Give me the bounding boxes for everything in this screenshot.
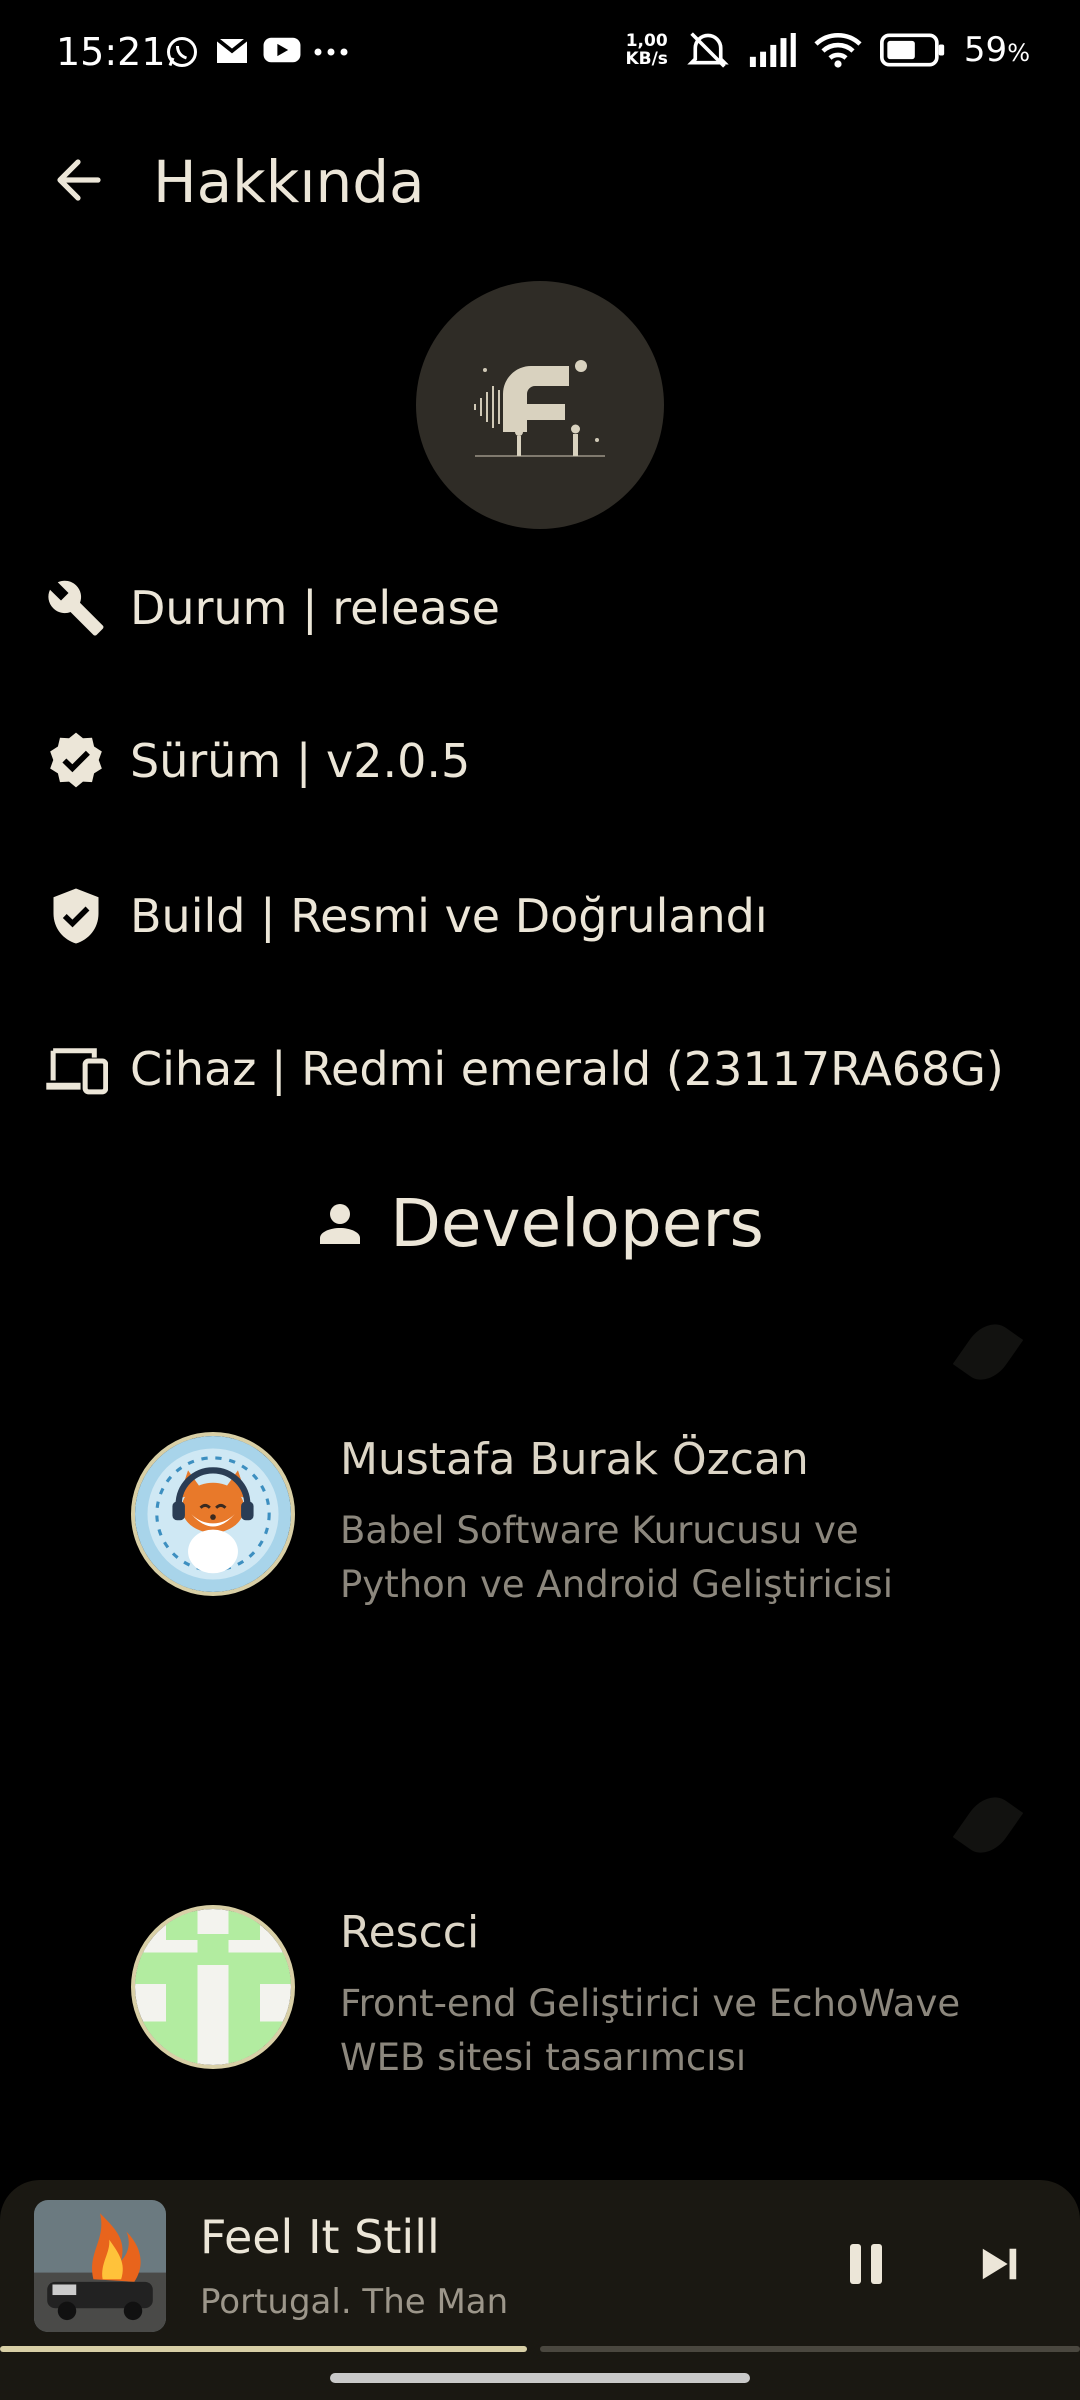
album-cover-image [34,2200,166,2332]
status-time: 15:21 [56,30,166,74]
avatar [131,1905,295,2069]
info-version-text: Sürüm | v2.0.5 [130,734,471,788]
next-button[interactable] [972,2222,1028,2306]
track-title: Feel It Still [200,2210,440,2264]
developer-description-line: Babel Software Kurucusu ve [340,1509,859,1552]
avatar [131,1432,295,1596]
pause-icon [850,2244,882,2284]
battery-percent: 59% [964,30,1030,70]
developer-name: Mustafa Burak Özcan [340,1434,809,1485]
status-right: 1,00 KB/s 59% [625,30,1030,70]
app-logo [416,281,664,529]
info-device-text: Cihaz | Redmi emerald (23117RA68G) [130,1042,1004,1096]
shield-check-icon [44,884,108,948]
page-title: Hakkında [153,148,425,216]
net-speed: 1,00 KB/s [625,32,667,68]
developer-description: Babel Software Kurucusu ve Python ve And… [340,1504,1020,1612]
developer-description: Front-end Geliştirici ve EchoWave WEB si… [340,1977,1020,2085]
battery-percent-value: 59 [963,30,1008,70]
mute-bell-icon [687,32,729,68]
whatsapp-icon [167,37,197,67]
info-build-text: Build | Resmi ve Doğrulandı [130,889,768,943]
leaf-decoration [952,1787,1024,1863]
wifi-icon [814,33,862,68]
developer-card[interactable]: Rescci Front-end Geliştirici ve EchoWave… [0,1905,1080,2165]
fox-avatar-icon [135,1436,291,1592]
back-button[interactable] [48,150,108,210]
info-row-version: Sürüm | v2.0.5 [44,721,1044,801]
more-dots-icon [314,48,348,56]
developers-heading-text: Developers [390,1185,764,1262]
identicon-avatar-icon [135,1909,291,2065]
developer-description-line: Python ve Android Geliştiricisi [340,1563,893,1606]
status-bar: 15:21 1,00 KB/s 59% [0,0,1080,110]
track-artist: Portugal. The Man [200,2282,509,2322]
wrench-icon [44,576,108,640]
devices-icon [44,1037,108,1101]
skip-next-icon [982,2248,1017,2280]
info-row-status: Durum | release [44,568,1044,648]
net-speed-value: 1,00 [625,31,668,51]
youtube-icon [263,37,301,63]
developer-description-line: WEB sitesi tasarımcısı [340,2036,747,2079]
info-row-build: Build | Resmi ve Doğrulandı [44,876,1044,956]
mini-player[interactable]: Feel It Still Portugal. The Man [0,2180,1080,2400]
home-indicator[interactable] [330,2373,750,2383]
developer-name: Rescci [340,1907,480,1958]
progress-track[interactable] [540,2346,1080,2352]
battery-percent-unit: % [1007,39,1030,67]
pause-button[interactable] [838,2222,894,2306]
progress-fill [0,2346,527,2352]
signal-icon [749,33,796,67]
net-speed-unit: KB/s [625,49,668,69]
developer-description-line: Front-end Geliştirici ve EchoWave [340,1982,961,2025]
gmail-icon [215,37,249,63]
verified-badge-icon [44,729,108,793]
info-status-text: Durum | release [130,581,500,635]
leaf-decoration [952,1314,1024,1390]
developer-card[interactable]: Mustafa Burak Özcan Babel Software Kuruc… [0,1432,1080,1692]
person-icon [320,1203,361,1244]
battery-icon [879,33,945,67]
echowave-logo-icon [474,360,605,457]
developers-heading: Developers [0,1185,1080,1262]
album-art[interactable] [34,2200,166,2332]
info-row-device: Cihaz | Redmi emerald (23117RA68G) [44,1029,1044,1109]
arrow-back-icon [57,159,101,201]
